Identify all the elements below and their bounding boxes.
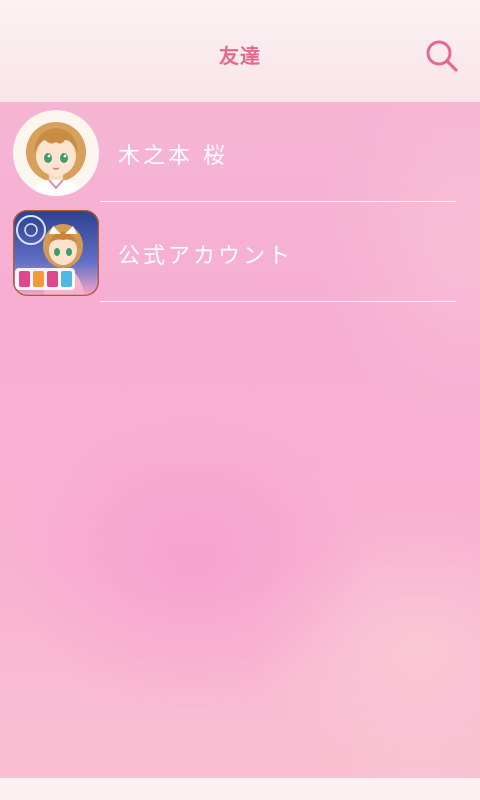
sakura-avatar-icon xyxy=(13,110,99,196)
header-bar: 友達 xyxy=(0,0,480,102)
bottom-bar xyxy=(0,778,480,800)
friend-row-official-account[interactable]: 公式アカウント xyxy=(0,202,480,302)
friends-screen: 友達 木之本 桜 公式アカウント xyxy=(0,0,480,800)
friend-row-sakura[interactable]: 木之本 桜 xyxy=(0,102,480,202)
friend-name: 公式アカウント xyxy=(118,244,294,269)
row-divider xyxy=(100,301,456,302)
search-button[interactable] xyxy=(420,36,464,76)
page-title: 友達 xyxy=(219,44,261,68)
avatar xyxy=(13,210,99,296)
avatar xyxy=(13,110,99,196)
search-icon xyxy=(426,40,458,72)
official-account-icon xyxy=(13,210,99,296)
friend-name: 木之本 桜 xyxy=(118,144,228,169)
